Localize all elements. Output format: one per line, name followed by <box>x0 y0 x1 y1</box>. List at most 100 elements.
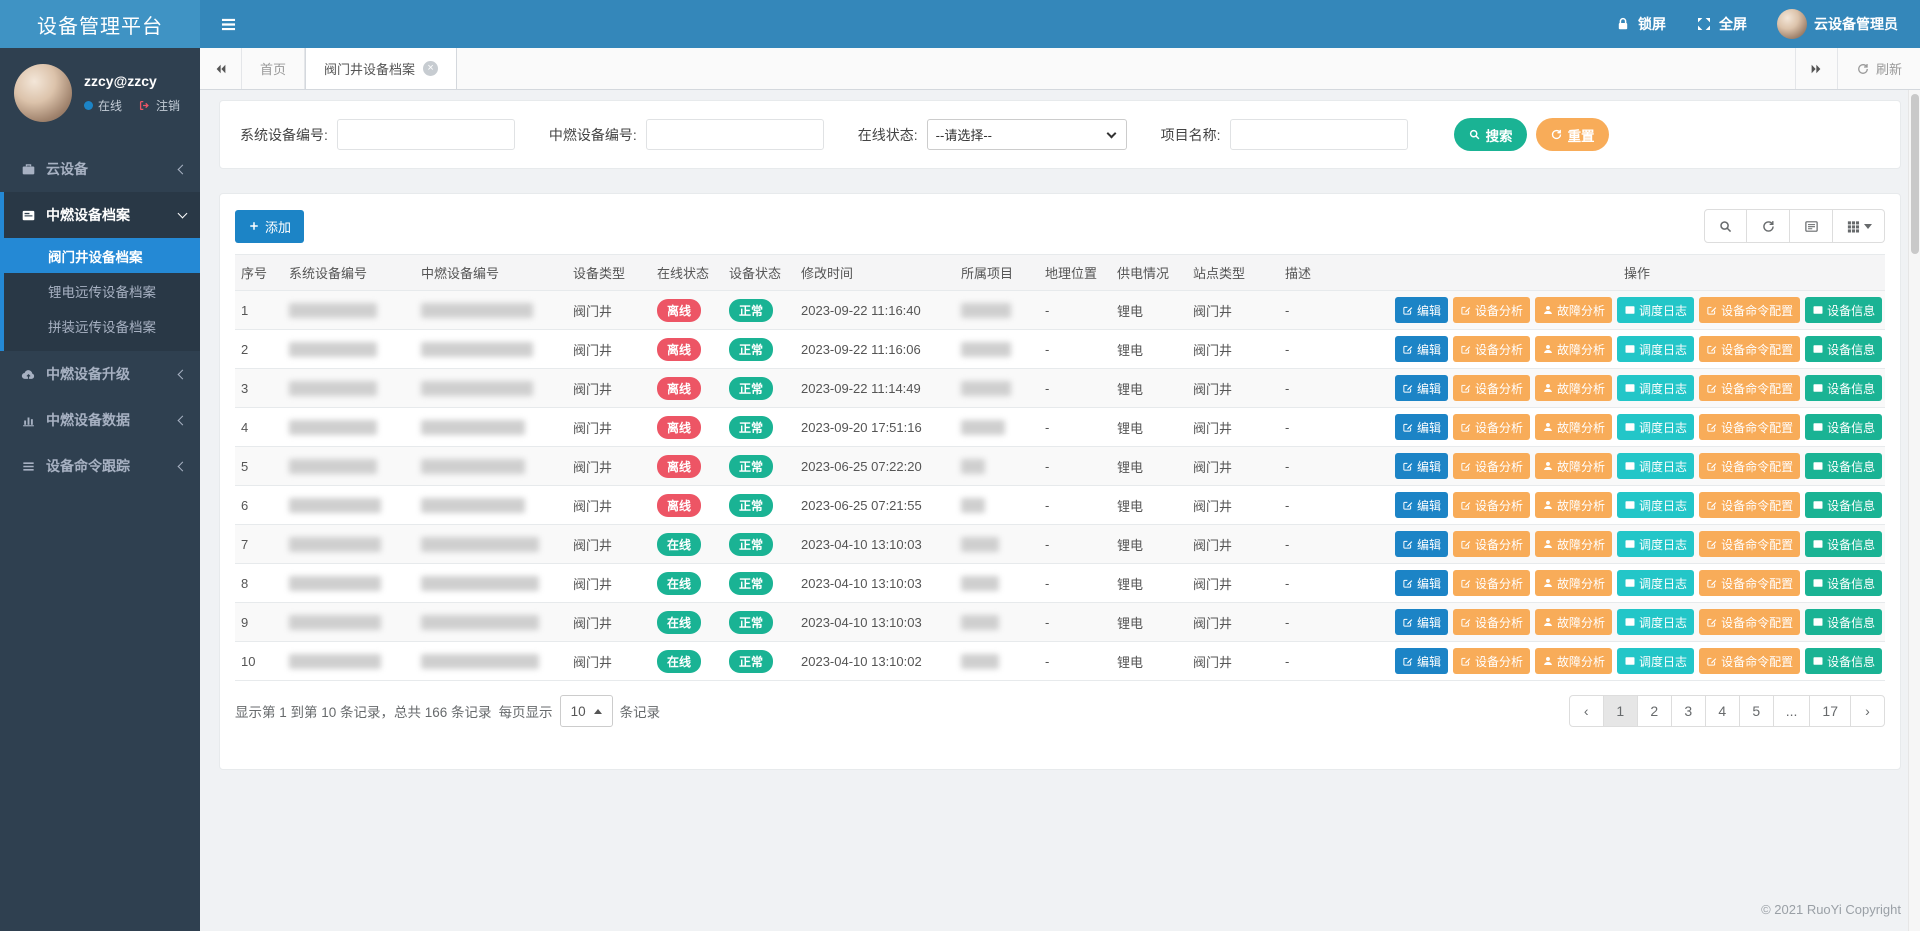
edit-button[interactable]: 编辑 <box>1395 609 1448 635</box>
online-status-select[interactable]: --请选择-- <box>927 119 1127 150</box>
sidebar-item-3[interactable]: 中燃设备数据 <box>4 397 200 443</box>
add-button[interactable]: 添加 <box>235 210 304 243</box>
device-analysis-button[interactable]: 设备分析 <box>1453 648 1530 674</box>
device-analysis-button[interactable]: 设备分析 <box>1453 336 1530 362</box>
table-refresh-button[interactable] <box>1747 209 1790 243</box>
dispatch-log-button[interactable]: 调度日志 <box>1617 375 1694 401</box>
dispatch-log-button[interactable]: 调度日志 <box>1617 453 1694 479</box>
device-analysis-button[interactable]: 设备分析 <box>1453 297 1530 323</box>
device-command-config-button[interactable]: 设备命令配置 <box>1699 297 1800 323</box>
tab-0[interactable]: 首页 <box>242 48 305 89</box>
page-size-dropdown[interactable]: 10 <box>560 695 613 727</box>
fault-analysis-button[interactable]: 故障分析 <box>1535 375 1612 401</box>
edit-button[interactable]: 编辑 <box>1395 336 1448 362</box>
fullscreen-button[interactable]: 全屏 <box>1696 14 1747 34</box>
sidebar-item-0[interactable]: 云设备 <box>4 146 200 192</box>
device-info-button[interactable]: 设备信息 <box>1805 570 1882 596</box>
device-info-button[interactable]: 设备信息 <box>1805 648 1882 674</box>
tabs-scroll-left-button[interactable] <box>200 48 242 89</box>
device-command-config-button[interactable]: 设备命令配置 <box>1699 648 1800 674</box>
fault-analysis-button[interactable]: 故障分析 <box>1535 570 1612 596</box>
page-button-...[interactable]: ... <box>1773 695 1811 727</box>
device-command-config-button[interactable]: 设备命令配置 <box>1699 336 1800 362</box>
device-analysis-button[interactable]: 设备分析 <box>1453 414 1530 440</box>
sidebar-subitem-1-2[interactable]: 拼装远传设备档案 <box>4 308 200 343</box>
device-analysis-button[interactable]: 设备分析 <box>1453 453 1530 479</box>
device-analysis-button[interactable]: 设备分析 <box>1453 570 1530 596</box>
dispatch-log-button[interactable]: 调度日志 <box>1617 609 1694 635</box>
edit-button[interactable]: 编辑 <box>1395 297 1448 323</box>
search-input-0[interactable] <box>337 119 515 150</box>
page-button-5[interactable]: 5 <box>1739 695 1774 727</box>
page-button-2[interactable]: 2 <box>1637 695 1672 727</box>
table-detail-view-button[interactable] <box>1790 209 1833 243</box>
edit-button[interactable]: 编辑 <box>1395 453 1448 479</box>
sidebar-item-4[interactable]: 设备命令跟踪 <box>4 443 200 489</box>
edit-button[interactable]: 编辑 <box>1395 492 1448 518</box>
dispatch-log-button[interactable]: 调度日志 <box>1617 648 1694 674</box>
sidebar-subitem-1-1[interactable]: 锂电远传设备档案 <box>4 273 200 308</box>
close-icon[interactable]: × <box>423 61 438 76</box>
page-button-17[interactable]: 17 <box>1809 695 1851 727</box>
refresh-tab-button[interactable]: 刷新 <box>1837 48 1920 89</box>
sidebar-toggle-button[interactable] <box>200 0 256 48</box>
device-info-button[interactable]: 设备信息 <box>1805 336 1882 362</box>
dispatch-log-button[interactable]: 调度日志 <box>1617 531 1694 557</box>
edit-button[interactable]: 编辑 <box>1395 375 1448 401</box>
dispatch-log-button[interactable]: 调度日志 <box>1617 492 1694 518</box>
dispatch-log-button[interactable]: 调度日志 <box>1617 414 1694 440</box>
tab-1[interactable]: 阀门井设备档案× <box>305 48 457 89</box>
edit-button[interactable]: 编辑 <box>1395 570 1448 596</box>
fault-analysis-button[interactable]: 故障分析 <box>1535 297 1612 323</box>
search-button[interactable]: 搜索 <box>1454 118 1527 151</box>
scrollbar[interactable] <box>1908 90 1920 931</box>
search-input-3[interactable] <box>1230 119 1408 150</box>
sidebar-item-1[interactable]: 中燃设备档案 <box>4 192 200 238</box>
prev-page-button[interactable]: ‹ <box>1569 695 1604 727</box>
device-info-button[interactable]: 设备信息 <box>1805 414 1882 440</box>
device-analysis-button[interactable]: 设备分析 <box>1453 531 1530 557</box>
fault-analysis-button[interactable]: 故障分析 <box>1535 414 1612 440</box>
sidebar-subitem-1-0[interactable]: 阀门井设备档案 <box>4 238 200 273</box>
search-input-1[interactable] <box>646 119 824 150</box>
device-command-config-button[interactable]: 设备命令配置 <box>1699 414 1800 440</box>
device-info-button[interactable]: 设备信息 <box>1805 297 1882 323</box>
edit-button[interactable]: 编辑 <box>1395 414 1448 440</box>
reset-button[interactable]: 重置 <box>1536 118 1609 151</box>
device-command-config-button[interactable]: 设备命令配置 <box>1699 375 1800 401</box>
device-command-config-button[interactable]: 设备命令配置 <box>1699 492 1800 518</box>
lock-screen-button[interactable]: 锁屏 <box>1615 14 1666 34</box>
tabs-scroll-right-button[interactable] <box>1795 48 1837 89</box>
device-command-config-button[interactable]: 设备命令配置 <box>1699 609 1800 635</box>
fault-analysis-button[interactable]: 故障分析 <box>1535 492 1612 518</box>
device-info-button[interactable]: 设备信息 <box>1805 375 1882 401</box>
fault-analysis-button[interactable]: 故障分析 <box>1535 648 1612 674</box>
fault-analysis-button[interactable]: 故障分析 <box>1535 531 1612 557</box>
admin-user-menu[interactable]: 云设备管理员 <box>1777 9 1898 39</box>
table-columns-button[interactable] <box>1833 209 1885 243</box>
next-page-button[interactable]: › <box>1850 695 1885 727</box>
page-button-3[interactable]: 3 <box>1671 695 1706 727</box>
device-info-button[interactable]: 设备信息 <box>1805 492 1882 518</box>
sidebar-item-2[interactable]: 中燃设备升级 <box>4 351 200 397</box>
dispatch-log-button[interactable]: 调度日志 <box>1617 336 1694 362</box>
device-info-button[interactable]: 设备信息 <box>1805 609 1882 635</box>
device-analysis-button[interactable]: 设备分析 <box>1453 609 1530 635</box>
device-command-config-button[interactable]: 设备命令配置 <box>1699 531 1800 557</box>
logout-button[interactable]: 注销 <box>156 97 180 114</box>
device-info-button[interactable]: 设备信息 <box>1805 453 1882 479</box>
scrollbar-thumb[interactable] <box>1911 94 1919 254</box>
table-search-toggle-button[interactable] <box>1704 209 1747 243</box>
edit-button[interactable]: 编辑 <box>1395 531 1448 557</box>
device-analysis-button[interactable]: 设备分析 <box>1453 375 1530 401</box>
dispatch-log-button[interactable]: 调度日志 <box>1617 570 1694 596</box>
fault-analysis-button[interactable]: 故障分析 <box>1535 609 1612 635</box>
dispatch-log-button[interactable]: 调度日志 <box>1617 297 1694 323</box>
device-info-button[interactable]: 设备信息 <box>1805 531 1882 557</box>
edit-button[interactable]: 编辑 <box>1395 648 1448 674</box>
page-button-1[interactable]: 1 <box>1603 695 1638 727</box>
fault-analysis-button[interactable]: 故障分析 <box>1535 336 1612 362</box>
page-button-4[interactable]: 4 <box>1705 695 1740 727</box>
device-command-config-button[interactable]: 设备命令配置 <box>1699 570 1800 596</box>
device-analysis-button[interactable]: 设备分析 <box>1453 492 1530 518</box>
